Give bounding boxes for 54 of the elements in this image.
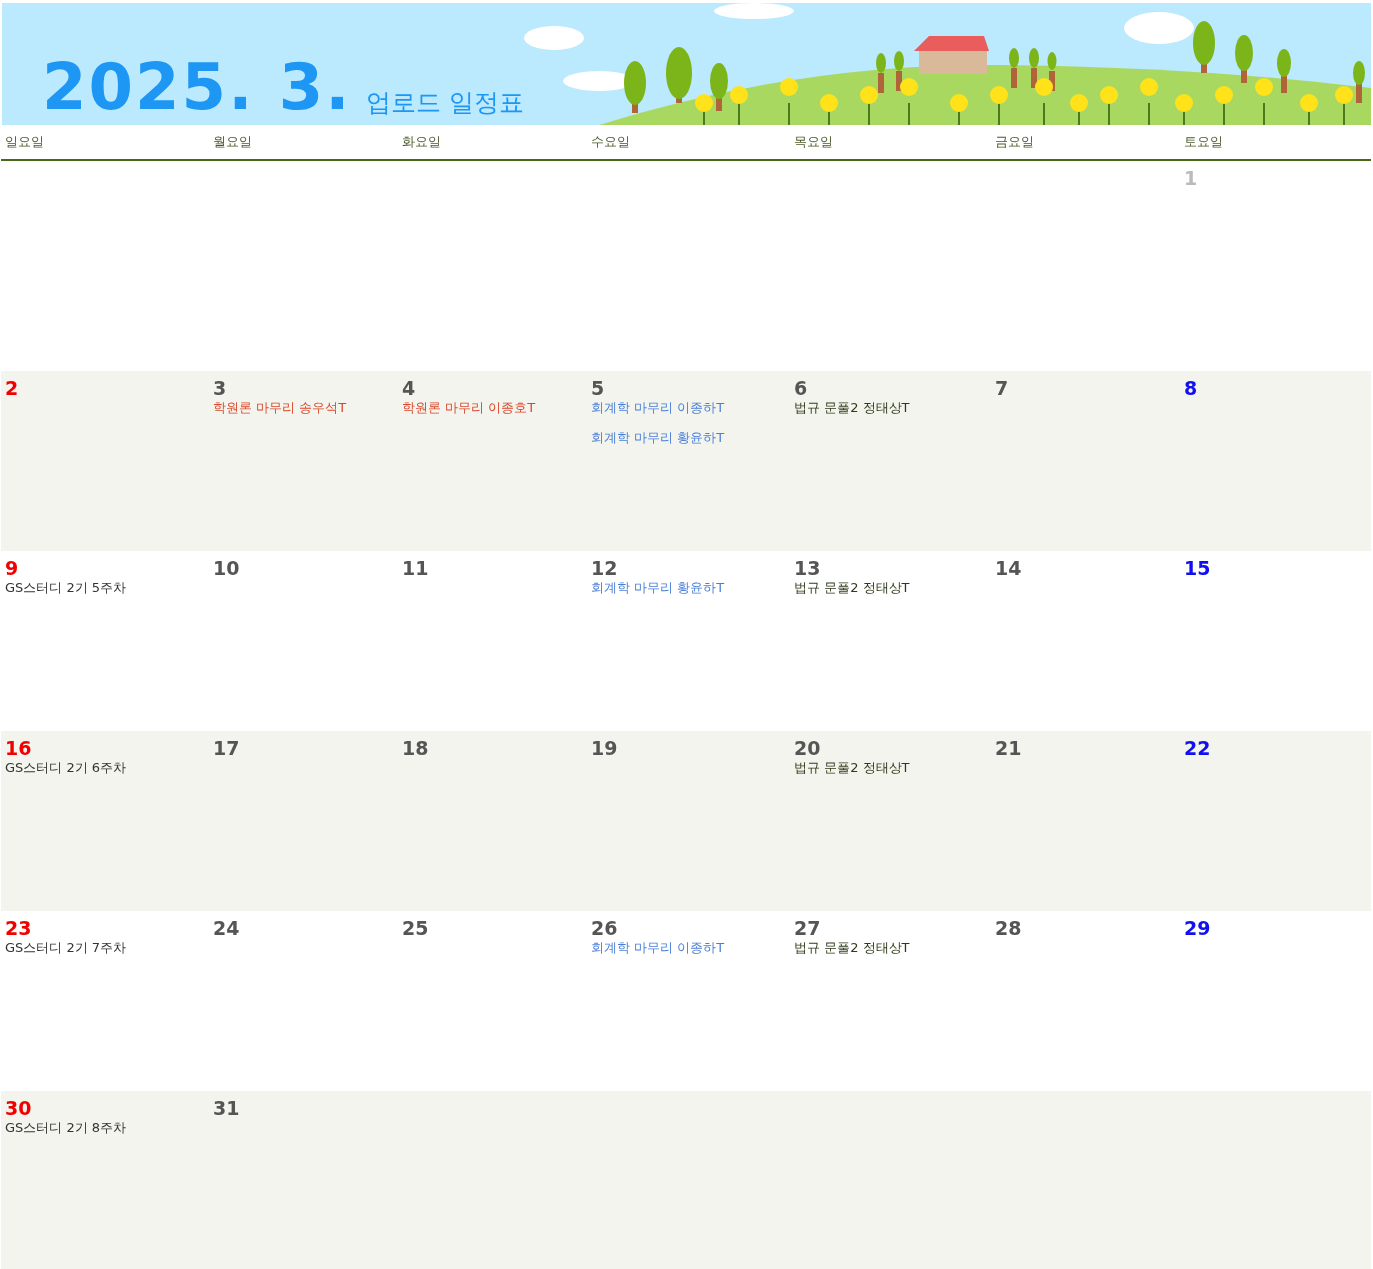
day-number: 16 — [5, 737, 32, 759]
day-number: 22 — [1184, 737, 1211, 759]
weekday-header: 수요일 — [590, 133, 631, 151]
event-label[interactable]: GS스터디 2기 5주차 — [5, 580, 127, 596]
event-label[interactable]: GS스터디 2기 6주차 — [5, 760, 127, 776]
event-label[interactable]: 법규 문풀2 정태상T — [794, 580, 910, 596]
banner-subtitle: 업로드 일정표 — [365, 90, 524, 119]
day-number: 14 — [995, 557, 1022, 579]
weekday-header: 목요일 — [793, 133, 834, 151]
month-title: 2025. 3. — [42, 55, 352, 119]
event-label[interactable]: GS스터디 2기 7주차 — [5, 940, 127, 956]
day-number: 3 — [213, 377, 227, 399]
weekday-header: 일요일 — [4, 133, 45, 151]
day-number: 19 — [591, 737, 618, 759]
day-number: 13 — [794, 557, 821, 579]
day-number: 28 — [995, 917, 1022, 939]
day-number: 2 — [5, 377, 19, 399]
day-number: 12 — [591, 557, 618, 579]
event-label[interactable]: 회계학 마무리 황윤하T — [591, 430, 725, 446]
weekday-header: 금요일 — [994, 133, 1035, 151]
event-label[interactable]: GS스터디 2기 8주차 — [5, 1120, 127, 1136]
day-number: 21 — [995, 737, 1022, 759]
event-label[interactable]: 회계학 마무리 이종하T — [591, 940, 725, 956]
weekday-header: 화요일 — [401, 133, 442, 151]
day-number: 1 — [1184, 167, 1198, 189]
day-number: 4 — [402, 377, 416, 399]
day-number: 7 — [995, 377, 1009, 399]
day-number: 30 — [5, 1097, 32, 1119]
day-number: 11 — [402, 557, 429, 579]
weekday-header: 토요일 — [1183, 133, 1224, 151]
day-number: 23 — [5, 917, 32, 939]
day-number: 10 — [213, 557, 240, 579]
day-number: 15 — [1184, 557, 1211, 579]
day-number: 25 — [402, 917, 429, 939]
day-number: 9 — [5, 557, 19, 579]
day-number: 6 — [794, 377, 808, 399]
day-number: 31 — [213, 1097, 240, 1119]
event-label[interactable]: 법규 문풀2 정태상T — [794, 400, 910, 416]
event-label[interactable]: 학원론 마무리 이종호T — [402, 400, 536, 416]
day-number: 29 — [1184, 917, 1211, 939]
day-number: 20 — [794, 737, 821, 759]
day-number: 24 — [213, 917, 240, 939]
event-label[interactable]: 회계학 마무리 황윤하T — [591, 580, 725, 596]
event-label[interactable]: 회계학 마무리 이종하T — [591, 400, 725, 416]
weekday-header: 월요일 — [212, 133, 253, 151]
day-number: 17 — [213, 737, 240, 759]
day-number: 27 — [794, 917, 821, 939]
day-number: 26 — [591, 917, 618, 939]
day-number: 18 — [402, 737, 429, 759]
event-label[interactable]: 법규 문풀2 정태상T — [794, 940, 910, 956]
day-number: 5 — [591, 377, 605, 399]
event-label[interactable]: 법규 문풀2 정태상T — [794, 760, 910, 776]
day-number: 8 — [1184, 377, 1198, 399]
event-label[interactable]: 학원론 마무리 송우석T — [213, 400, 347, 416]
